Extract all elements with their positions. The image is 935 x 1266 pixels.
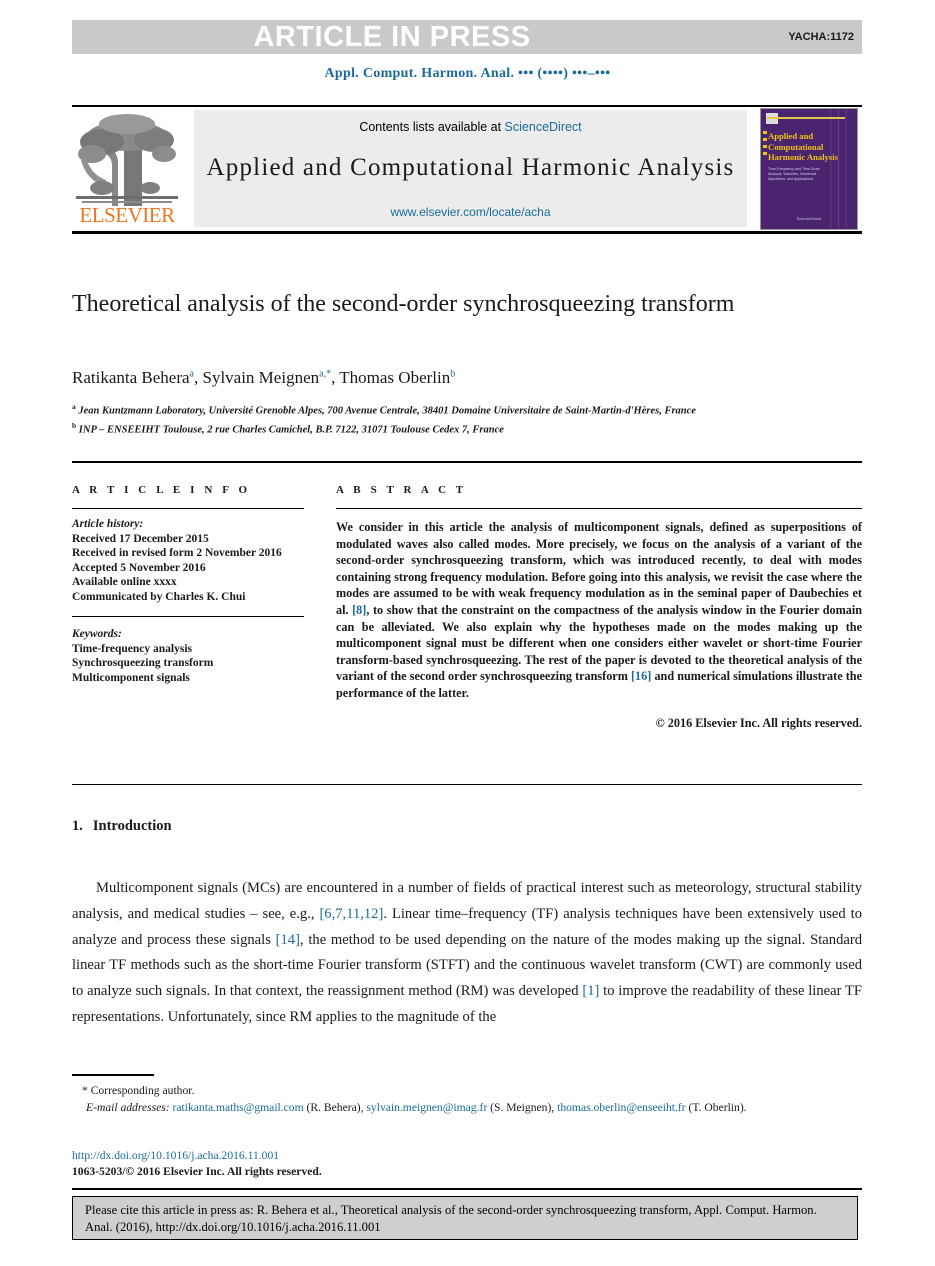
history-item-received: Received 17 December 2015	[72, 532, 209, 545]
article-in-press-banner: ARTICLE IN PRESS YACHA:1172	[72, 20, 862, 54]
footnote-rule	[72, 1074, 154, 1076]
email-addresses-label: E-mail addresses:	[86, 1100, 170, 1114]
article-info-heading: A R T I C L E I N F O	[72, 484, 251, 496]
intro-citation-6-7-11-12[interactable]: [6,7,11,12]	[319, 906, 383, 922]
journal-url-link[interactable]: www.elsevier.com/locate/acha	[194, 205, 747, 219]
cover-subtitle: Time-Frequency and Time-Scale Analysis, …	[768, 167, 820, 181]
history-item-online: Available online xxxx	[72, 576, 177, 588]
author-affil-mark-3: b	[450, 368, 456, 380]
abstract-column: A B S T R A C T We consider in this arti…	[336, 484, 862, 731]
sciencedirect-link[interactable]: ScienceDirect	[505, 120, 582, 134]
article-history-block: Article history: Received 17 December 20…	[72, 517, 304, 604]
author-name-1: Ratikanta Behera	[72, 368, 190, 387]
author-name-3: Thomas Oberlin	[339, 368, 451, 387]
history-item-revised: Received in revised form 2 November 2016	[72, 547, 282, 559]
cite-this-article-box: Please cite this article in press as: R.…	[72, 1196, 858, 1240]
running-head: Appl. Comput. Harmon. Anal. ••• (••••) •…	[324, 66, 611, 81]
email-link-3[interactable]: thomas.oberlin@enseeiht.fr	[557, 1101, 686, 1114]
article-info-rule	[72, 508, 304, 509]
contents-available-line: Contents lists available at ScienceDirec…	[194, 120, 747, 134]
journal-masthead: ELSEVIER Contents lists available at Sci…	[72, 105, 862, 234]
abstract-citation-8[interactable]: [8]	[352, 603, 366, 617]
cite-this-article-text: Please cite this article in press as: R.…	[85, 1203, 817, 1234]
email-person-1: (R. Behera),	[306, 1100, 364, 1114]
affiliation-a: a Jean Kuntzmann Laboratory, Université …	[72, 400, 862, 419]
contents-panel: Contents lists available at ScienceDirec…	[194, 110, 747, 227]
keywords-label: Keywords:	[72, 628, 122, 640]
abstract-copyright: © 2016 Elsevier Inc. All rights reserved…	[655, 715, 862, 730]
corresponding-author-note: * Corresponding author.	[82, 1084, 195, 1097]
cover-background: Applied and Computational Harmonic Analy…	[761, 109, 857, 229]
history-item-accepted: Accepted 5 November 2016	[72, 561, 206, 574]
intro-citation-14[interactable]: [14]	[276, 932, 300, 948]
affiliation-mark-b: b	[72, 420, 77, 430]
intro-citation-1[interactable]: [1]	[582, 983, 599, 999]
article-info-column: A R T I C L E I N F O Article history: R…	[72, 484, 304, 685]
keyword-item-1: Time-frequency analysis	[72, 642, 193, 655]
email-addresses-line: E-mail addresses: ratikanta.maths@gmail.…	[72, 1100, 862, 1117]
contents-prefix: Contents lists available at	[359, 120, 505, 134]
cover-top-bar	[767, 117, 845, 119]
footnote-block: * Corresponding author. E-mail addresses…	[72, 1083, 862, 1116]
page-title: Theoretical analysis of the second-order…	[72, 291, 735, 317]
affiliation-text-a: Jean Kuntzmann Laboratory, Université Gr…	[78, 405, 696, 417]
masthead-top-rule	[72, 105, 862, 107]
cover-title: Applied and Computational Harmonic Analy…	[768, 131, 838, 162]
doi-link[interactable]: http://dx.doi.org/10.1016/j.acha.2016.11…	[72, 1148, 862, 1164]
affiliation-list: a Jean Kuntzmann Laboratory, Université …	[72, 400, 862, 437]
author-list: Ratikanta Beheraa, Sylvain Meignena,*, T…	[72, 368, 456, 387]
keywords-block: Keywords: Time-frequency analysis Synchr…	[72, 627, 304, 685]
article-first-page: ARTICLE IN PRESS YACHA:1172 Appl. Comput…	[0, 0, 935, 1266]
author-affil-mark-1: a	[189, 368, 194, 380]
manuscript-code: YACHA:1172	[788, 31, 854, 43]
elsevier-logo: ELSEVIER	[72, 110, 182, 230]
cover-footer: ScienceDirect	[796, 216, 822, 221]
doi-block: http://dx.doi.org/10.1016/j.acha.2016.11…	[72, 1148, 862, 1179]
article-in-press-label: ARTICLE IN PRESS	[253, 21, 531, 53]
keyword-item-2: Synchrosqueezing transform	[72, 657, 214, 669]
affiliation-text-b: INP – ENSEEIHT Toulouse, 2 rue Charles C…	[78, 424, 504, 435]
keywords-rule	[72, 616, 304, 617]
section-title: Introduction	[92, 818, 172, 834]
cite-box-top-rule	[72, 1188, 862, 1190]
affiliation-mark-a: a	[72, 402, 76, 411]
issn-copyright-line: 1063-5203/© 2016 Elsevier Inc. All right…	[72, 1164, 322, 1178]
email-person-2: (S. Meignen),	[490, 1100, 555, 1114]
email-link-2[interactable]: sylvain.meignen@imag.fr	[366, 1101, 487, 1114]
introduction-paragraph: Multicomponent signals (MCs) are encount…	[72, 876, 862, 1031]
email-link-1[interactable]: ratikanta.maths@gmail.com	[173, 1101, 304, 1114]
keyword-item-3: Multicomponent signals	[72, 671, 190, 684]
author-affil-mark-2: a,*	[319, 368, 332, 380]
email-person-3: (T. Oberlin).	[688, 1100, 747, 1114]
elsevier-wordmark: ELSEVIER	[79, 203, 175, 227]
section-number: 1.	[72, 818, 83, 834]
abstract-heading: A B S T R A C T	[336, 484, 467, 496]
history-item-communicated: Communicated by Charles K. Chui	[72, 590, 246, 603]
cover-dot-column	[763, 131, 767, 159]
affiliation-b: b INP – ENSEEIHT Toulouse, 2 rue Charles…	[72, 419, 862, 438]
abstract-text: We consider in this article the analysis…	[336, 519, 862, 702]
abstract-rule	[336, 508, 862, 509]
author-name-2: Sylvain Meignen	[202, 368, 320, 387]
abstract-citation-16[interactable]: [16]	[631, 669, 651, 683]
journal-cover-thumbnail[interactable]: Applied and Computational Harmonic Analy…	[760, 108, 858, 230]
abstract-bottom-rule	[72, 784, 862, 785]
masthead-bottom-rule	[72, 231, 862, 234]
affiliation-bottom-rule	[72, 461, 862, 463]
article-history-label: Article history:	[72, 518, 144, 530]
journal-title: Applied and Computational Harmonic Analy…	[206, 154, 735, 181]
section-heading-introduction: 1. Introduction	[72, 818, 172, 835]
